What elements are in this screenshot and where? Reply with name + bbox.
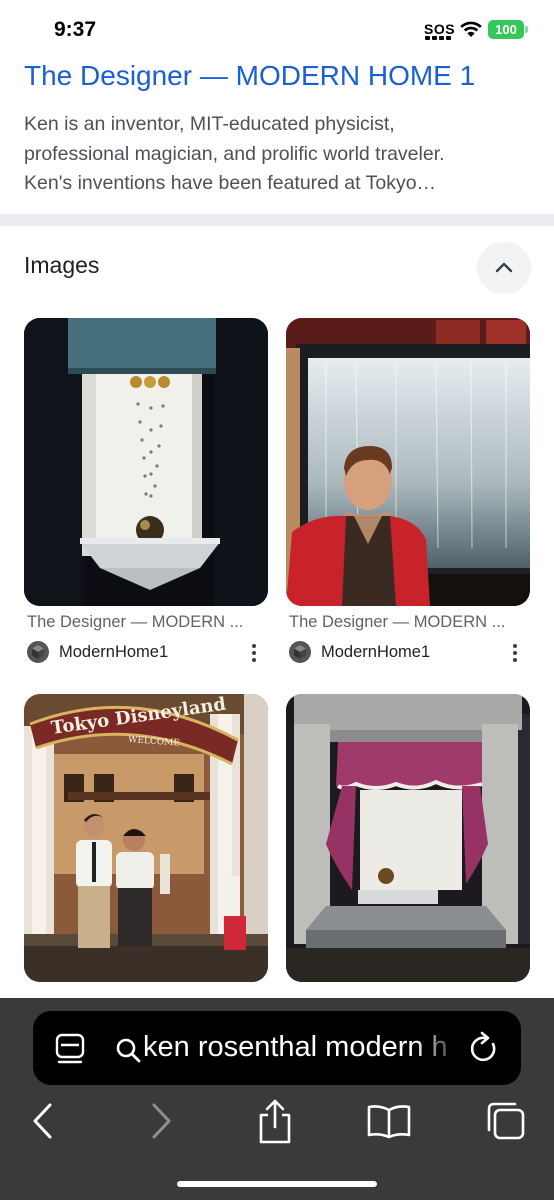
reload-icon[interactable] — [468, 1031, 500, 1065]
bookmarks-button[interactable] — [364, 1098, 414, 1144]
back-button[interactable] — [18, 1098, 68, 1144]
image-title[interactable]: The Designer — MODERN ... — [289, 613, 529, 632]
chevron-up-icon — [495, 262, 513, 273]
signal-dots-icon — [425, 36, 451, 40]
result-title-link[interactable]: The Designer — MODERN HOME 1 — [24, 60, 475, 92]
site-favicon-icon — [289, 641, 311, 663]
image-result-4[interactable] — [286, 694, 530, 982]
image-result-2[interactable] — [286, 318, 530, 606]
ball-fountain-with-pink-curtains — [286, 694, 530, 982]
image-result-1[interactable] — [24, 318, 268, 606]
status-bar: 9:37 SOS 100 — [0, 0, 554, 60]
images-heading: Images — [24, 252, 100, 278]
status-time: 9:37 — [54, 18, 97, 41]
snippet-line: Ken is an inventor, MIT-educated physici… — [24, 113, 395, 135]
address-bar[interactable]: ken rosenthal modern h — [33, 1011, 521, 1085]
forward-button[interactable] — [136, 1098, 186, 1144]
home-indicator — [177, 1181, 377, 1187]
man-in-red-jacket-before-water-wall — [286, 318, 530, 606]
image-source[interactable]: ModernHome1 — [27, 641, 168, 663]
image-result-3[interactable]: Tokyo Disneyland WELCOME — [24, 694, 268, 982]
bookmarks-icon — [367, 1105, 411, 1139]
more-options-icon[interactable] — [248, 642, 260, 664]
tabs-button[interactable] — [480, 1098, 530, 1144]
status-sos: SOS — [424, 21, 456, 37]
source-name: ModernHome1 — [321, 642, 431, 661]
battery-cap — [525, 26, 528, 33]
address-fade — [413, 1021, 463, 1075]
snippet-line: Ken's inventions have been featured at T… — [24, 172, 437, 194]
wifi-icon — [460, 21, 482, 37]
image-source[interactable]: ModernHome1 — [289, 641, 430, 663]
search-icon — [116, 1038, 141, 1063]
tabs-icon — [487, 1102, 525, 1140]
site-favicon-icon — [27, 641, 49, 663]
more-options-icon[interactable] — [509, 642, 521, 664]
share-button[interactable] — [250, 1098, 300, 1144]
reader-mode-icon[interactable] — [53, 1031, 87, 1065]
back-icon — [33, 1103, 52, 1139]
section-divider — [0, 214, 554, 226]
result-snippet: Ken is an inventor, MIT-educated physici… — [24, 110, 530, 199]
floating-ball-fountain-exhibit — [24, 318, 268, 606]
image-title[interactable]: The Designer — MODERN ... — [27, 613, 267, 632]
share-icon — [259, 1099, 291, 1144]
source-name: ModernHome1 — [59, 642, 169, 661]
snippet-line: professional magician, and prolific worl… — [24, 142, 445, 165]
forward-icon — [152, 1103, 171, 1139]
collapse-button[interactable] — [477, 242, 531, 294]
two-men-at-tokyo-disneyland-entrance: Tokyo Disneyland WELCOME — [24, 694, 268, 982]
battery-icon: 100 — [488, 20, 524, 39]
